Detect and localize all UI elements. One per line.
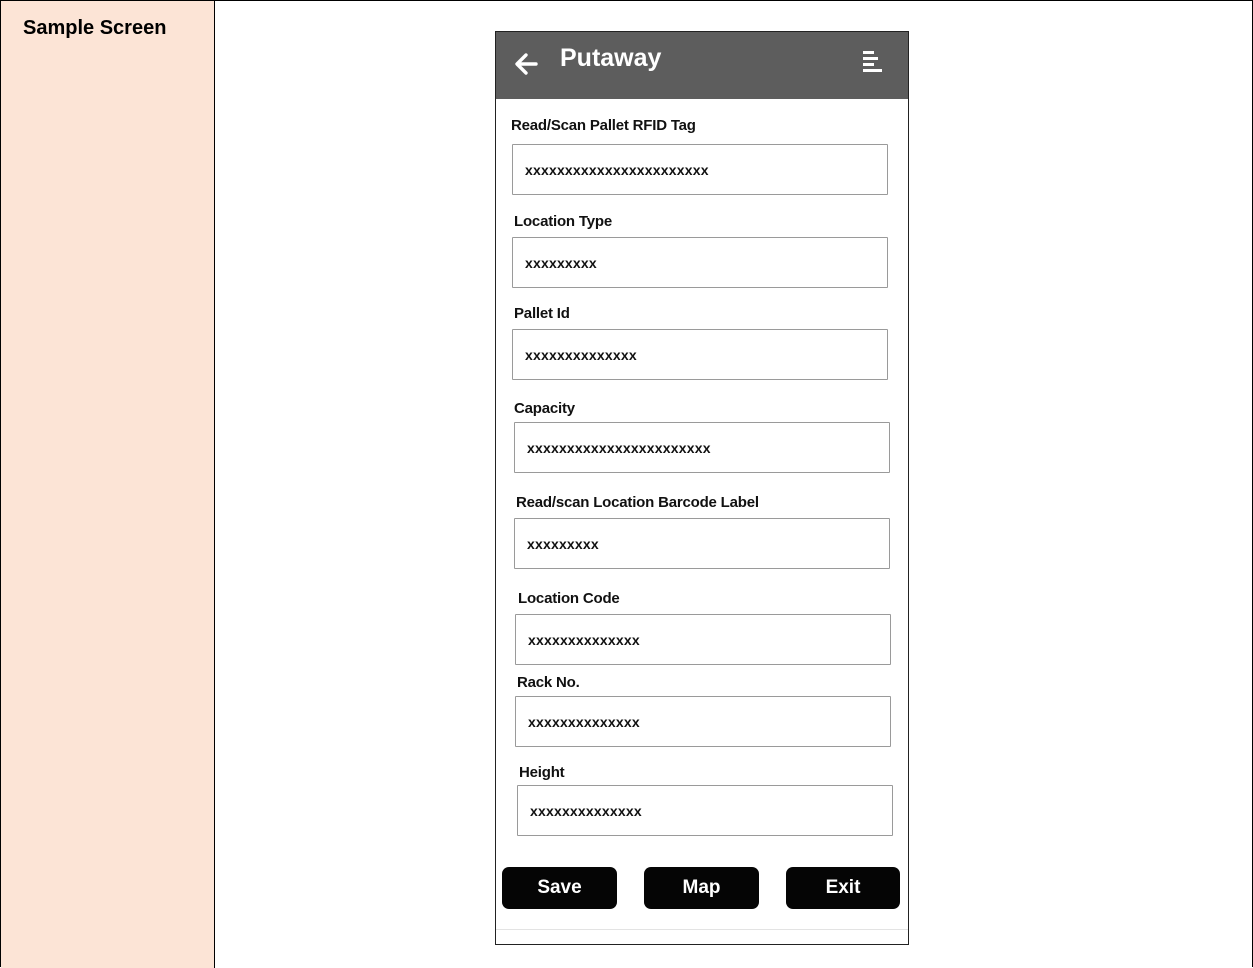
menu-lines-icon[interactable] [862,49,884,75]
pallet-id-input[interactable] [512,329,888,380]
location-code-input[interactable] [515,614,891,665]
rack-no-input[interactable] [515,696,891,747]
location-barcode-label: Read/scan Location Barcode Label [516,494,759,511]
pallet-id-label: Pallet Id [514,305,570,322]
arrow-left-icon[interactable] [513,51,539,77]
location-code-label: Location Code [518,590,620,607]
location-type-label: Location Type [514,213,612,230]
section-label: Sample Screen [23,17,167,39]
rack-no-label: Rack No. [517,674,580,691]
capacity-input[interactable] [514,422,890,473]
app-bar: Putaway [496,32,908,99]
pallet-rfid-tag-input[interactable] [512,144,888,195]
exit-button[interactable]: Exit [786,867,900,909]
bottom-divider [496,929,908,930]
height-label: Height [519,764,565,781]
location-barcode-input[interactable] [514,518,890,569]
pallet-rfid-tag-label: Read/Scan Pallet RFID Tag [511,117,696,134]
save-button[interactable]: Save [502,867,617,909]
phone-screen: Putaway Read/Scan Pallet RFID Tag Locati… [495,31,909,945]
location-type-input[interactable] [512,237,888,288]
map-button[interactable]: Map [644,867,759,909]
page-title: Putaway [560,44,662,72]
capacity-label: Capacity [514,400,575,417]
height-input[interactable] [517,785,893,836]
label-cell: Sample Screen [1,1,215,968]
